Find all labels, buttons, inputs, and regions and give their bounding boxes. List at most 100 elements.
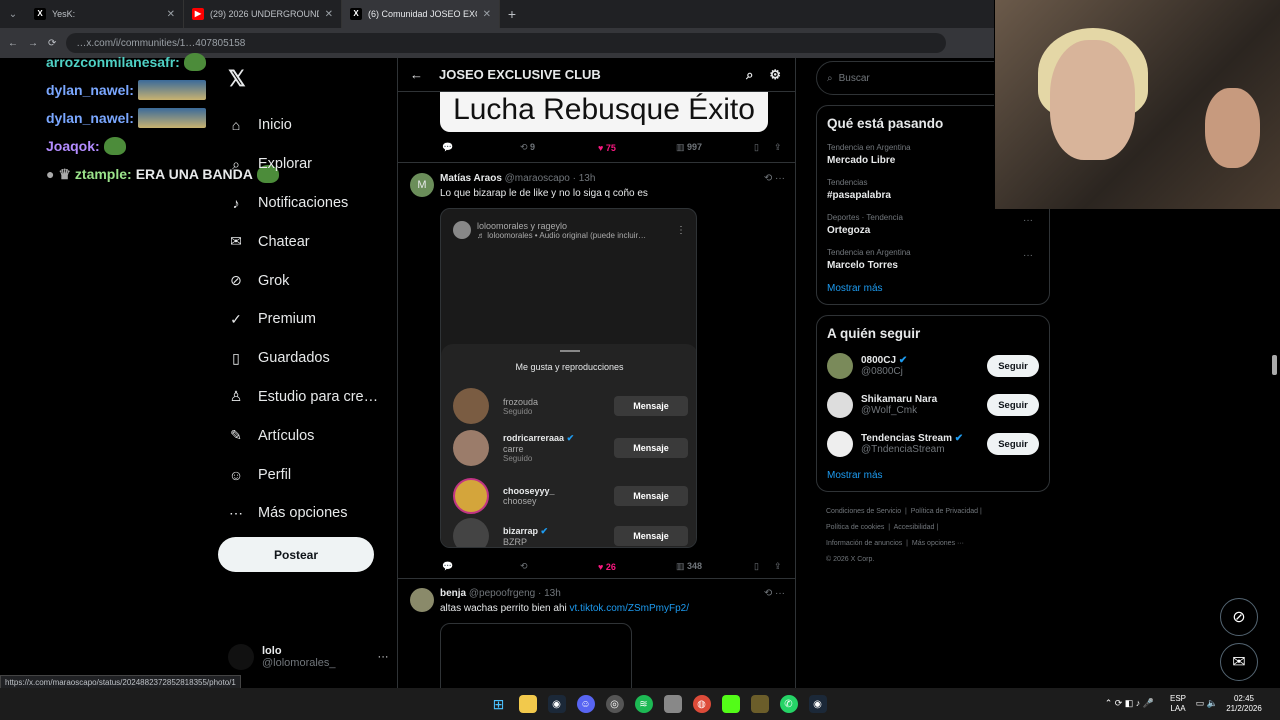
list-item[interactable]: chooseyyy_ choosey Mensaje (453, 476, 688, 516)
repost-button[interactable]: ⟲ 9 (520, 142, 598, 153)
reply-icon[interactable]: 💬 (442, 561, 520, 572)
tab-3[interactable]: X (6) Comunidad JOSEO EXCLU… ✕ (342, 0, 500, 28)
bookmark-icon[interactable]: ▯ (754, 142, 774, 153)
kebab-icon[interactable]: ⋮ (676, 225, 686, 236)
nav-explorar[interactable]: ⌕ Explorar (220, 145, 395, 184)
footer-link[interactable]: Condiciones de Servicio (826, 508, 901, 515)
card-header: loloomorales y rageylo ♬ loloomorales • A… (453, 221, 646, 240)
back-arrow-icon[interactable]: ← (410, 67, 423, 82)
grok-icon[interactable]: ⊘ (1220, 598, 1258, 636)
kick-icon[interactable] (721, 695, 740, 713)
nav-premium[interactable]: ✓ Premium (220, 300, 395, 339)
tiktok-link[interactable]: vt.tiktok.com/ZSmPmyFp2/ (570, 603, 689, 614)
trend-item[interactable]: Tendencia en Argentina Marcelo Torres ··· (827, 248, 1039, 271)
follow-suggestion[interactable]: 0800CJ ✔ @0800Cj Seguir (827, 353, 1039, 379)
language-indicator[interactable]: ESP LAA (1168, 694, 1188, 714)
like-button[interactable]: ♥ 75 (598, 143, 676, 153)
new-tab-icon[interactable]: + (500, 6, 524, 22)
footer-link[interactable]: Accesibilidad (894, 524, 935, 531)
follow-button[interactable]: Seguir (987, 433, 1039, 455)
bookmark-icon: ▯ (232, 349, 240, 366)
drag-handle[interactable] (559, 350, 580, 352)
message-button[interactable]: Mensaje (614, 438, 688, 458)
message-button[interactable]: Mensaje (614, 396, 688, 416)
account-switcher[interactable]: lolo @lolomorales_ ··· (228, 644, 389, 670)
trend-item[interactable]: Deportes · Tendencia Ortegoza ··· (827, 213, 1039, 236)
avatar (453, 388, 489, 424)
nav-guardados[interactable]: ▯ Guardados (220, 339, 395, 378)
nav-grok[interactable]: ⊘ Grok (220, 261, 395, 300)
list-item[interactable]: bizarrap ✔ BZRP Mensaje (453, 516, 688, 547)
tab-1[interactable]: X YesK: ✕ (26, 0, 184, 28)
x-logo-icon[interactable]: 𝕏 (228, 66, 395, 92)
follow-suggestion[interactable]: Shikamaru Nara @Wolf_Cmk Seguir (827, 392, 1039, 418)
volume-icon[interactable]: ▭ 🔈 (1196, 698, 1218, 708)
scrollbar[interactable] (1272, 355, 1277, 375)
tweet[interactable]: M Matías Araos @maraoscapo · 13h ⟲ ··· L… (398, 162, 795, 578)
chrome-icon[interactable]: ◍ (692, 695, 711, 713)
show-more-link[interactable]: Mostrar más (827, 470, 1039, 481)
minecraft-icon[interactable] (750, 695, 769, 713)
more-icon[interactable]: ⟲ ··· (764, 173, 785, 184)
more-icon[interactable]: ··· (1023, 215, 1033, 226)
nav-chatear[interactable]: ✉ Chatear (220, 222, 395, 261)
tweet-media-card[interactable] (440, 623, 632, 688)
follow-suggestion[interactable]: Tendencias Stream ✔ @TndenciaStream Seguir (827, 431, 1039, 457)
close-icon[interactable]: ✕ (325, 9, 333, 20)
forward-icon[interactable]: → (28, 38, 38, 49)
steam-icon[interactable]: ◉ (808, 695, 827, 713)
nav-inicio[interactable]: ⌂ Inicio (220, 106, 395, 145)
footer-link[interactable]: Política de cookies (826, 524, 884, 531)
message-button[interactable]: Mensaje (614, 526, 688, 546)
share-icon[interactable]: ⇪ (774, 142, 794, 153)
discord-icon[interactable]: ☺ (576, 695, 595, 713)
gear-icon[interactable]: ⚙ (769, 67, 781, 83)
spotify-icon[interactable]: ≋ (634, 695, 653, 713)
share-icon[interactable]: ⇪ (774, 561, 794, 572)
post-image-banner[interactable]: Lucha Rebusque Éxito (440, 92, 768, 132)
follow-button[interactable]: Seguir (987, 394, 1039, 416)
more-icon[interactable]: ··· (378, 651, 389, 663)
footer-link[interactable]: Política de Privacidad (911, 508, 978, 515)
nav-mas-opciones[interactable]: ⋯ Más opciones (220, 494, 395, 533)
bookmark-icon[interactable]: ▯ (754, 561, 774, 572)
repost-icon[interactable]: ⟲ (520, 561, 598, 572)
more-icon[interactable]: ⟲ ··· (764, 588, 785, 599)
tray-icons[interactable]: ⌃ ⟳ ◧ ♪ 🎤 (1105, 698, 1154, 708)
search-icon[interactable]: ⌕ (746, 67, 753, 83)
clock[interactable]: 02:45 21/2/2026 (1224, 694, 1264, 714)
like-button[interactable]: ♥ 26 (598, 562, 676, 572)
list-item[interactable]: frozouda Seguido Mensaje (453, 386, 688, 426)
message-button[interactable]: Mensaje (614, 486, 688, 506)
views-button[interactable]: ▥ 997 (676, 142, 754, 153)
nav-notificaciones[interactable]: ♪ Notificaciones (220, 184, 395, 223)
chat-user: Joaqok: (46, 138, 100, 154)
reply-icon[interactable]: 💬 (442, 142, 520, 153)
whatsapp-icon[interactable]: ✆ (779, 695, 798, 713)
tab-2[interactable]: ▶ (29) 2026 UNDERGROUND SO… ✕ (184, 0, 342, 28)
folder-icon[interactable] (518, 695, 537, 713)
close-icon[interactable]: ✕ (167, 9, 175, 20)
mail-icon[interactable]: ✉ (1220, 643, 1258, 681)
nav-perfil[interactable]: ☺ Perfil (220, 455, 395, 494)
follow-button[interactable]: Seguir (987, 355, 1039, 377)
list-item[interactable]: rodricarreraaa ✔ carre Seguido Mensaje (453, 428, 688, 468)
tweet[interactable]: benja @pepoofrgeng · 13h ⟲ ··· altas wac… (398, 578, 795, 688)
tab-search-icon[interactable]: ⌄ (0, 9, 26, 20)
post-button[interactable]: Postear (218, 537, 374, 572)
back-icon[interactable]: ← (8, 38, 18, 49)
close-icon[interactable]: ✕ (483, 9, 491, 20)
nav-articulos[interactable]: ✎ Artículos (220, 416, 395, 455)
reload-icon[interactable]: ⟳ (48, 38, 56, 49)
obs-icon[interactable]: ◎ (605, 695, 624, 713)
show-more-link[interactable]: Mostrar más (827, 283, 1039, 294)
footer-link[interactable]: Más opciones ··· (912, 540, 964, 547)
nav-estudio[interactable]: ♙ Estudio para cre… (220, 378, 395, 417)
footer-link[interactable]: Información de anuncios (826, 540, 902, 547)
views-button[interactable]: ▥ 348 (676, 561, 754, 572)
tweet-media-card[interactable]: loloomorales y rageylo ♬ loloomorales • A… (440, 208, 697, 548)
more-icon[interactable]: ··· (1023, 250, 1033, 261)
windows-start-icon[interactable]: ⊞ (490, 695, 508, 713)
steam-icon[interactable]: ◉ (547, 695, 566, 713)
app-icon[interactable] (663, 695, 682, 713)
